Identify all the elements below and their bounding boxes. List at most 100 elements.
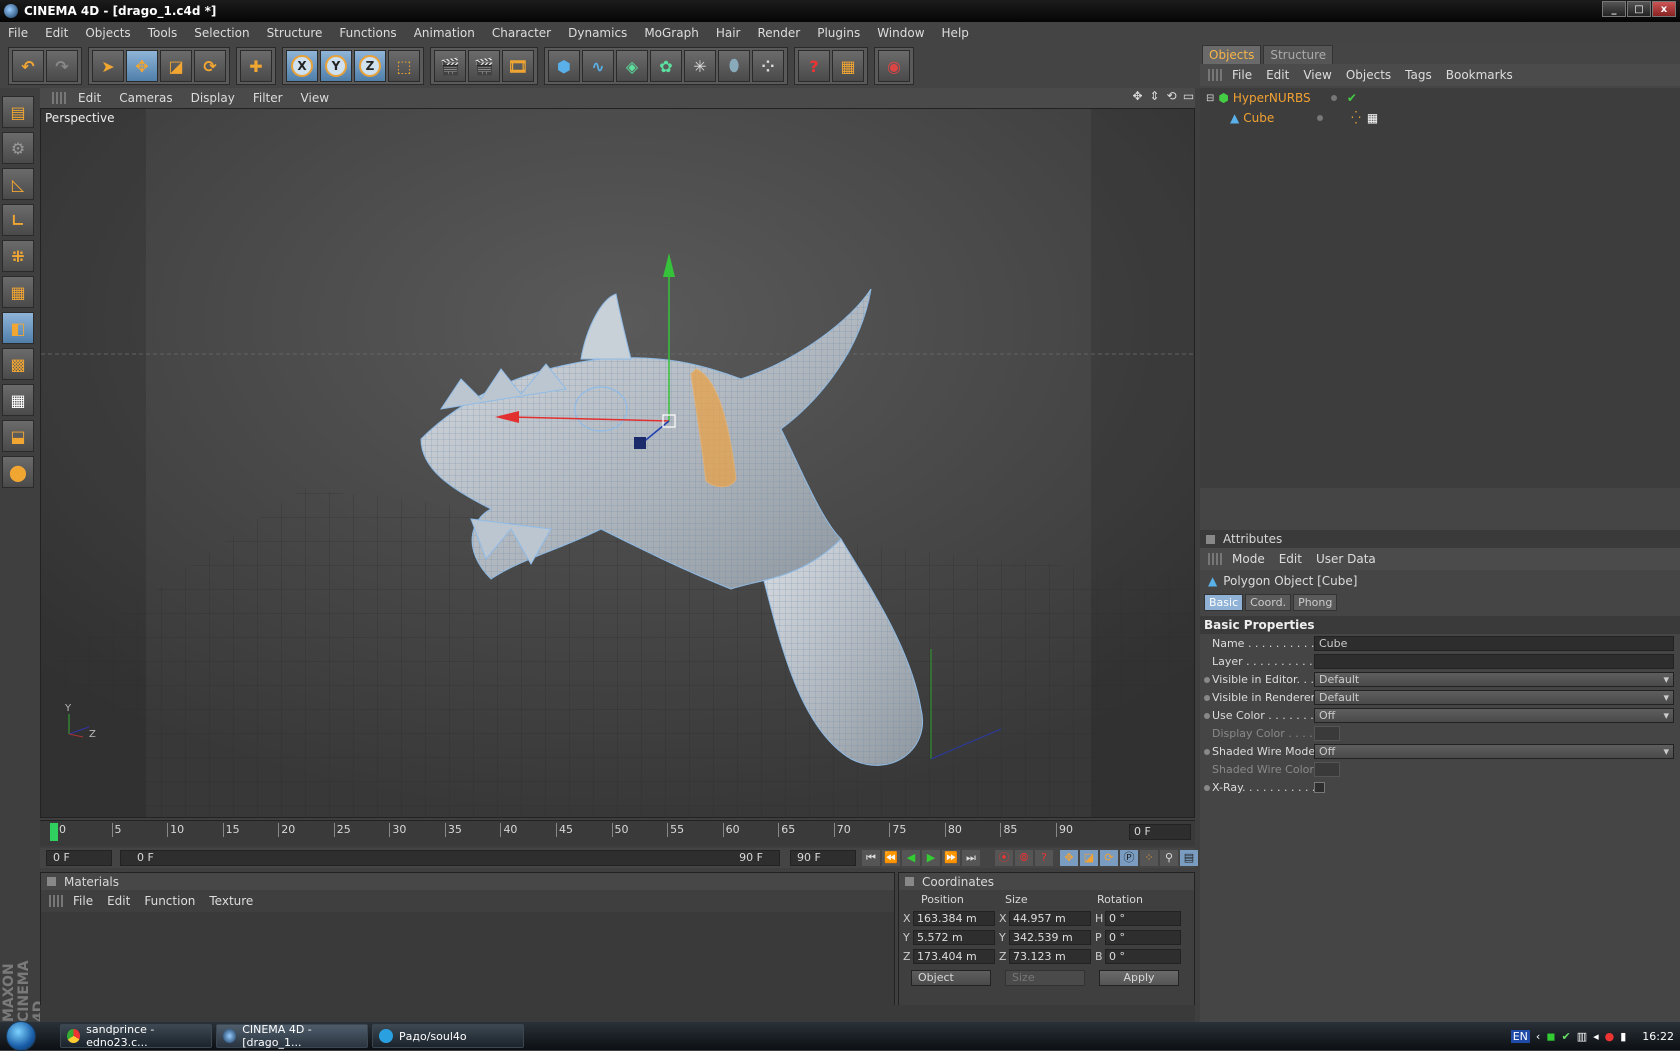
timeline-ruler[interactable]: 0 5 10 15 20 25 30 35 40 45 50 55 60 65 70 75 80 85 90 0 F: [40, 820, 1195, 846]
close-button[interactable]: x: [1652, 1, 1676, 17]
web-icon[interactable]: ◉: [878, 50, 910, 82]
rotate-icon[interactable]: ⟳: [194, 50, 226, 82]
viewport-menu-view[interactable]: View: [301, 91, 329, 105]
tray-security-icon[interactable]: ✔: [1561, 1030, 1570, 1043]
record-icon[interactable]: ⦿: [995, 850, 1013, 866]
viewport-menu-filter[interactable]: Filter: [253, 91, 283, 105]
key-parameter-icon[interactable]: Ⓟ: [1120, 850, 1138, 866]
layout-switch-icon[interactable]: ▤: [2, 96, 34, 128]
rotation-p-field[interactable]: 0 °: [1105, 930, 1181, 945]
size-z-field[interactable]: 73.123 m: [1009, 949, 1091, 964]
menu-plugins[interactable]: Plugins: [817, 26, 860, 40]
rotation-b-field[interactable]: 0 °: [1105, 949, 1181, 964]
objects-grip-icon[interactable]: [1208, 69, 1222, 81]
tray-battery-icon[interactable]: ▮: [1620, 1030, 1626, 1043]
key-position-icon[interactable]: ✥: [1060, 850, 1078, 866]
panel-toggle-icon[interactable]: [1206, 534, 1215, 544]
animate-icon[interactable]: [1204, 784, 1210, 791]
previous-frame-icon[interactable]: ⏪: [882, 850, 900, 866]
name-field[interactable]: Cube: [1314, 635, 1674, 651]
expand-icon[interactable]: ⊟: [1206, 93, 1214, 104]
orbit-icon[interactable]: ⟲: [1165, 90, 1178, 103]
key-scale-icon[interactable]: ◪: [1080, 850, 1098, 866]
end-frame-field[interactable]: 90 F: [790, 850, 856, 866]
redo-icon[interactable]: ↷: [46, 50, 78, 82]
next-frame-icon[interactable]: ⏩: [942, 850, 960, 866]
display-color-swatch[interactable]: [1314, 725, 1340, 741]
object-row-cube[interactable]: ▲ Cube ⁛ ▦: [1200, 108, 1680, 128]
polygons-mode-icon[interactable]: ◧: [2, 312, 34, 344]
materials-menu-file[interactable]: File: [73, 894, 93, 908]
rotation-h-field[interactable]: 0 °: [1105, 911, 1181, 926]
texture-tag-icon[interactable]: ▦: [1367, 111, 1378, 125]
dolly-icon[interactable]: ⇕: [1148, 90, 1161, 103]
go-to-start-icon[interactable]: ⏮: [862, 850, 880, 866]
autokey-icon[interactable]: ⦾: [1015, 850, 1033, 866]
materials-menu-edit[interactable]: Edit: [107, 894, 130, 908]
start-button[interactable]: [0, 1021, 42, 1051]
size-mode-dropdown[interactable]: Size: [1005, 970, 1085, 986]
clock[interactable]: 16:22: [1642, 1030, 1674, 1043]
go-to-end-icon[interactable]: ⏭: [962, 850, 980, 866]
menu-functions[interactable]: Functions: [339, 26, 396, 40]
layout-icon[interactable]: ▦: [832, 50, 864, 82]
menu-edit[interactable]: Edit: [45, 26, 68, 40]
attributes-menu-edit[interactable]: Edit: [1279, 552, 1302, 566]
z-axis-lock-button[interactable]: Z: [354, 50, 386, 82]
recent-move-icon[interactable]: ✚: [240, 50, 272, 82]
objects-menu-bookmarks[interactable]: Bookmarks: [1446, 68, 1513, 82]
menu-selection[interactable]: Selection: [194, 26, 249, 40]
key-pla-icon[interactable]: ⁘: [1140, 850, 1158, 866]
current-frame-field[interactable]: 0 F: [1129, 824, 1191, 840]
attributes-grip-icon[interactable]: [1208, 553, 1222, 565]
size-y-field[interactable]: 342.539 m: [1009, 930, 1091, 945]
x-axis-lock-button[interactable]: X: [286, 50, 318, 82]
object-mode-icon[interactable]: ◺: [2, 168, 34, 200]
attributes-menu-user-data[interactable]: User Data: [1316, 552, 1376, 566]
menu-structure[interactable]: Structure: [267, 26, 323, 40]
coordinate-mode-dropdown[interactable]: Object: [911, 970, 991, 986]
mograph-icon[interactable]: ✿: [650, 50, 682, 82]
tab-basic[interactable]: Basic: [1204, 593, 1244, 611]
play-backward-icon[interactable]: ◀: [902, 850, 920, 866]
spline-icon[interactable]: ∿: [582, 50, 614, 82]
materials-menu-function[interactable]: Function: [144, 894, 195, 908]
menu-animation[interactable]: Animation: [414, 26, 475, 40]
viewport-menu-display[interactable]: Display: [191, 91, 235, 105]
menu-render[interactable]: Render: [757, 26, 800, 40]
menu-character[interactable]: Character: [492, 26, 551, 40]
animate-icon[interactable]: [1204, 748, 1210, 755]
visible-in-editor-dropdown[interactable]: Default ▾: [1314, 671, 1674, 687]
viewport-menu-edit[interactable]: Edit: [78, 91, 101, 105]
tab-structure[interactable]: Structure: [1263, 45, 1334, 64]
scale-icon[interactable]: ◪: [160, 50, 192, 82]
materials-grip-icon[interactable]: [49, 895, 63, 907]
editor-visibility-icon[interactable]: [1317, 115, 1324, 121]
maximize-view-icon[interactable]: ▭: [1182, 90, 1195, 103]
taskbar-item-chrome[interactable]: sandprince - edno23.c...: [60, 1023, 212, 1049]
tab-objects[interactable]: Objects: [1202, 45, 1262, 64]
texture-tile-icon[interactable]: ▦: [2, 384, 34, 416]
menu-help[interactable]: Help: [942, 26, 969, 40]
play-forward-icon[interactable]: ▶: [922, 850, 940, 866]
tray-antivirus-icon[interactable]: ●: [1605, 1030, 1615, 1043]
editor-visibility-icon[interactable]: [1330, 95, 1337, 101]
materials-menu-texture[interactable]: Texture: [209, 894, 253, 908]
cube-icon[interactable]: ⬢: [548, 50, 580, 82]
menu-objects[interactable]: Objects: [85, 26, 130, 40]
timeline-window-icon[interactable]: ▤: [1180, 850, 1198, 866]
animate-icon[interactable]: [1204, 694, 1210, 701]
render-settings-icon[interactable]: 🎞: [502, 50, 534, 82]
menu-file[interactable]: File: [8, 26, 28, 40]
xray-checkbox[interactable]: [1314, 781, 1325, 793]
language-indicator[interactable]: EN: [1510, 1029, 1530, 1043]
menu-mograph[interactable]: MoGraph: [644, 26, 699, 40]
timeline-playhead[interactable]: [50, 823, 58, 841]
menu-hair[interactable]: Hair: [716, 26, 741, 40]
tray-network-icon[interactable]: ▥: [1577, 1030, 1587, 1043]
help-icon[interactable]: ?: [798, 50, 830, 82]
attributes-menu-mode[interactable]: Mode: [1232, 552, 1265, 566]
keyframe-help-icon[interactable]: ?: [1035, 850, 1053, 866]
sculpt-icon[interactable]: ⬤: [2, 456, 34, 488]
viewport-grip-icon[interactable]: [52, 92, 66, 104]
